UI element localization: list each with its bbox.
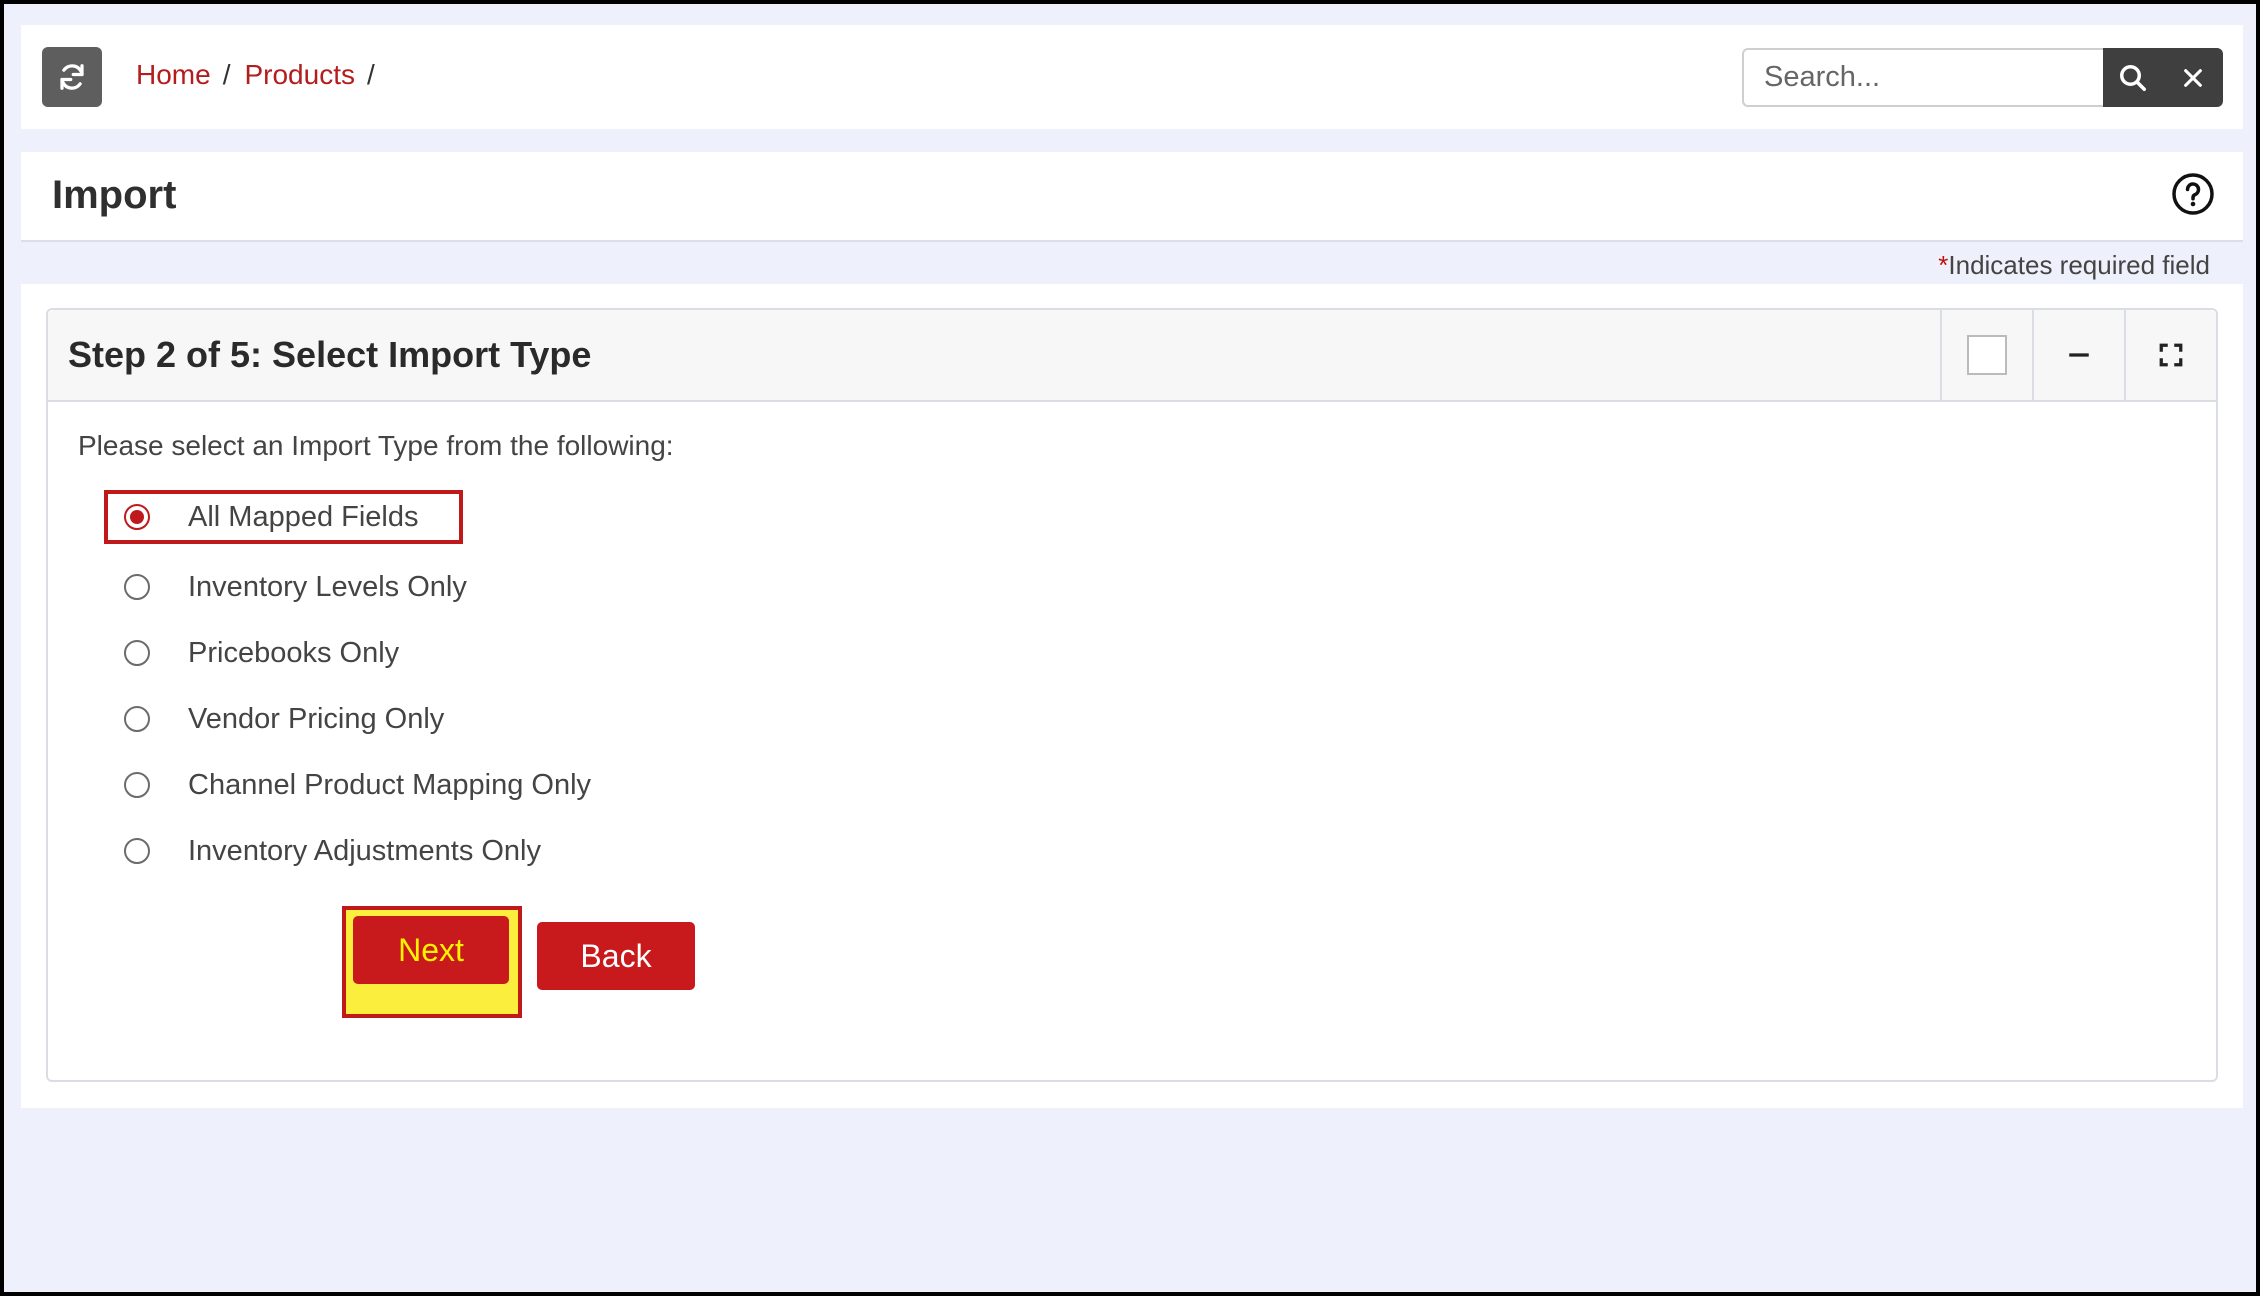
search-input[interactable]: [1742, 48, 2103, 107]
page-header: Import: [21, 152, 2243, 242]
expand-icon: [2159, 343, 2183, 367]
minus-icon: [2069, 353, 2089, 357]
card-tools: [1940, 310, 2216, 400]
radio-inventory-levels-only[interactable]: [124, 574, 150, 600]
radio-all-mapped-fields[interactable]: [124, 504, 150, 530]
radio-channel-product-mapping-only[interactable]: [124, 772, 150, 798]
close-icon: [2184, 68, 2202, 87]
option-label: Vendor Pricing Only: [188, 702, 445, 735]
breadcrumb-products[interactable]: Products: [244, 59, 355, 91]
card-minimize-button[interactable]: [2032, 310, 2124, 400]
option-label: Inventory Adjustments Only: [188, 834, 541, 867]
content-panel: Step 2 of 5: Select Import Type Please s…: [21, 284, 2243, 1108]
search-button[interactable]: [2103, 48, 2163, 107]
top-bar: Home / Products /: [21, 25, 2243, 129]
import-type-prompt: Please select an Import Type from the fo…: [78, 430, 674, 461]
breadcrumb-separator: /: [222, 59, 231, 90]
card-title: Step 2 of 5: Select Import Type: [68, 334, 592, 375]
required-note-text: Indicates required field: [1948, 250, 2210, 280]
required-field-note: *Indicates required field: [1938, 250, 2210, 281]
required-star: *: [1938, 250, 1949, 280]
radio-pricebooks-only[interactable]: [124, 640, 150, 666]
back-button[interactable]: Back: [537, 922, 695, 990]
breadcrumb: Home / Products /: [136, 59, 389, 91]
option-inventory-adjustments-only[interactable]: Inventory Adjustments Only: [104, 824, 541, 878]
refresh-icon: [60, 64, 84, 90]
option-label: Pricebooks Only: [188, 636, 400, 669]
option-inventory-levels-only[interactable]: Inventory Levels Only: [104, 560, 467, 614]
import-step-card: Step 2 of 5: Select Import Type Please s…: [46, 308, 2218, 1082]
refresh-button[interactable]: [42, 47, 102, 107]
next-button[interactable]: Next: [353, 916, 509, 984]
option-label: Inventory Levels Only: [188, 570, 467, 603]
search-group: [1742, 48, 2223, 107]
breadcrumb-home[interactable]: Home: [136, 59, 211, 91]
option-pricebooks-only[interactable]: Pricebooks Only: [104, 626, 399, 680]
option-label: All Mapped Fields: [188, 500, 419, 533]
card-expand-button[interactable]: [2124, 310, 2216, 400]
radio-inventory-adjustments-only[interactable]: [124, 838, 150, 864]
radio-vendor-pricing-only[interactable]: [124, 706, 150, 732]
breadcrumb-separator: /: [366, 59, 375, 90]
card-select-tool[interactable]: [1940, 310, 2032, 400]
search-icon: [2120, 64, 2146, 91]
help-icon[interactable]: [2171, 172, 2215, 216]
option-all-mapped-fields[interactable]: All Mapped Fields: [104, 490, 463, 544]
option-label: Channel Product Mapping Only: [188, 768, 592, 801]
card-header: Step 2 of 5: Select Import Type: [48, 310, 2216, 402]
card-checkbox[interactable]: [1967, 335, 2007, 375]
option-vendor-pricing-only[interactable]: Vendor Pricing Only: [104, 692, 444, 746]
page-title: Import: [52, 173, 177, 217]
option-channel-product-mapping-only[interactable]: Channel Product Mapping Only: [104, 758, 591, 812]
app-frame: Home / Products / Import: [0, 0, 2260, 1296]
clear-search-button[interactable]: [2163, 48, 2223, 107]
